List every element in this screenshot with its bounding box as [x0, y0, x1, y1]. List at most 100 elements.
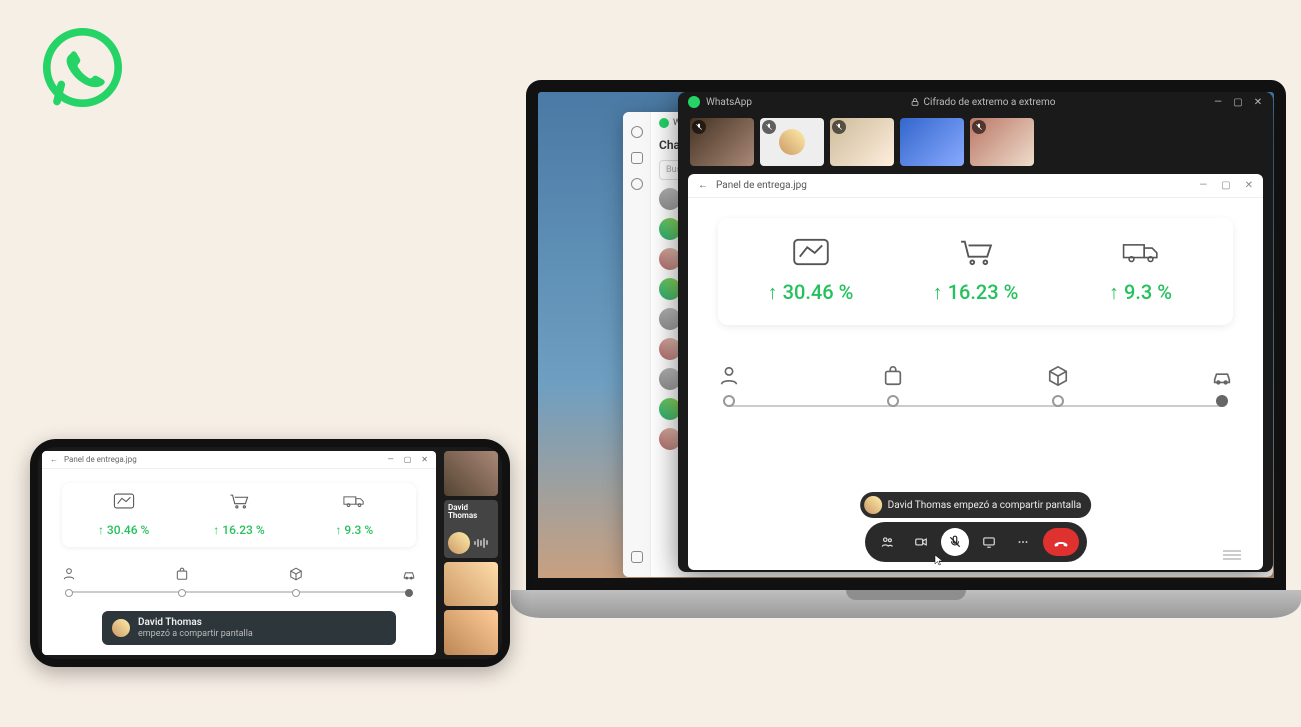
- shared-titlebar: ← Panel de entrega.jpg — ▢ ✕: [688, 174, 1263, 198]
- participant-tile[interactable]: [444, 610, 498, 655]
- chart-icon: [792, 238, 830, 266]
- step: [402, 567, 416, 597]
- maximize-button[interactable]: ▢: [404, 455, 412, 464]
- call-titlebar: WhatsApp Cifrado de extremo a extremo — …: [678, 92, 1273, 112]
- metric-value: ↑ 16.23 %: [933, 280, 1019, 305]
- settings-icon[interactable]: [631, 551, 643, 563]
- participant-name: David Thomas: [448, 504, 494, 522]
- participant-tile[interactable]: [690, 118, 754, 166]
- share-toast: David Thomas empezó a compartir pantalla: [860, 492, 1092, 518]
- status-icon[interactable]: [631, 178, 643, 190]
- progress-steps: [718, 365, 1233, 407]
- step: [882, 365, 904, 407]
- video-button[interactable]: [907, 528, 935, 556]
- participant-tile[interactable]: David Thomas: [444, 500, 498, 558]
- truck-icon: [343, 493, 365, 509]
- participants-button[interactable]: [873, 528, 901, 556]
- minimize-button[interactable]: —: [387, 455, 393, 464]
- laptop: Wha… Chat Busc… WhatsApp: [511, 80, 1301, 655]
- avatar: [112, 619, 130, 637]
- maximize-button[interactable]: ▢: [1233, 97, 1243, 107]
- metric-value: ↑ 9.3 %: [335, 523, 373, 537]
- share-toast: David Thomas empezó a compartir pantalla: [102, 611, 396, 645]
- truck-icon: [1122, 238, 1160, 266]
- person-icon: [718, 365, 740, 387]
- shared-title: Panel de entrega.jpg: [716, 180, 807, 191]
- e2e-label: Cifrado de extremo a extremo: [924, 97, 1056, 108]
- toast-text: David Thomas empezó a compartir pantalla: [888, 500, 1082, 511]
- metric-value: ↑ 30.46 %: [98, 523, 149, 537]
- step: [289, 567, 303, 597]
- phone-screen: ← Panel de entrega.jpg — ▢ ✕ ↑ 30.46 %: [38, 447, 502, 659]
- participants-strip: [678, 112, 1273, 172]
- shared-screen-panel: ← Panel de entrega.jpg — ▢ ✕ ↑ 30.46 %: [42, 451, 436, 655]
- step: [62, 567, 76, 597]
- screen-share-button[interactable]: [975, 528, 1003, 556]
- toast-name: David Thomas: [138, 617, 253, 628]
- mute-button[interactable]: [941, 528, 969, 556]
- muted-icon: [692, 120, 706, 134]
- shared-titlebar: ← Panel de entrega.jpg — ▢ ✕: [42, 451, 436, 469]
- bag-icon: [175, 567, 189, 581]
- cart-icon: [228, 493, 250, 509]
- whatsapp-logo: [40, 25, 125, 110]
- maximize-button[interactable]: ▢: [1221, 180, 1230, 191]
- package-icon: [289, 567, 303, 581]
- toast-subtext: empezó a compartir pantalla: [138, 629, 253, 639]
- step: [1047, 365, 1069, 407]
- shared-title: Panel de entrega.jpg: [64, 455, 137, 464]
- metrics-card: ↑ 30.46 % ↑ 16.23 % ↑ 9.3 %: [62, 483, 416, 547]
- participant-tile[interactable]: [760, 118, 824, 166]
- end-call-button[interactable]: [1043, 528, 1079, 556]
- metric: ↑ 16.23 %: [181, 493, 296, 537]
- metric: ↑ 30.46 %: [728, 238, 893, 305]
- car-icon: [402, 567, 416, 581]
- participants-strip: David Thomas: [440, 447, 502, 659]
- close-button[interactable]: ✕: [1253, 97, 1263, 107]
- call-toolbar: [865, 522, 1087, 562]
- back-button[interactable]: ←: [50, 455, 58, 464]
- metric: ↑ 9.3 %: [1058, 238, 1223, 305]
- step: [1211, 365, 1233, 407]
- audio-wave-icon: [474, 538, 488, 548]
- participant-tile[interactable]: [444, 451, 498, 496]
- metric: ↑ 16.23 %: [893, 238, 1058, 305]
- step: [175, 567, 189, 597]
- metric-value: ↑ 30.46 %: [768, 280, 854, 305]
- package-icon: [1047, 365, 1069, 387]
- whatsapp-icon: [688, 96, 700, 108]
- calls-icon[interactable]: [631, 152, 643, 164]
- laptop-screen: Wha… Chat Busc… WhatsApp: [526, 80, 1286, 590]
- muted-icon: [972, 120, 986, 134]
- avatar: [448, 532, 470, 554]
- metric: ↑ 9.3 %: [297, 493, 412, 537]
- close-button[interactable]: ✕: [421, 455, 428, 464]
- chats-icon[interactable]: [631, 126, 643, 138]
- participant-tile[interactable]: [444, 562, 498, 607]
- participant-tile[interactable]: [900, 118, 964, 166]
- avatar: [864, 496, 882, 514]
- close-button[interactable]: ✕: [1245, 180, 1253, 191]
- step: [718, 365, 740, 407]
- drag-handle-icon[interactable]: [1223, 550, 1241, 560]
- phone: ← Panel de entrega.jpg — ▢ ✕ ↑ 30.46 %: [30, 439, 510, 667]
- car-icon: [1211, 365, 1233, 387]
- metric-value: ↑ 16.23 %: [213, 523, 264, 537]
- call-window: WhatsApp Cifrado de extremo a extremo — …: [678, 92, 1273, 572]
- e2e-badge: Cifrado de extremo a extremo: [910, 97, 1056, 108]
- more-button[interactable]: [1009, 528, 1037, 556]
- minimize-button[interactable]: —: [1213, 97, 1223, 107]
- sidebar-nav: [623, 112, 651, 577]
- back-button[interactable]: ←: [698, 180, 708, 191]
- whatsapp-icon: [659, 118, 669, 128]
- participant-tile[interactable]: [970, 118, 1034, 166]
- muted-icon: [832, 120, 846, 134]
- muted-icon: [762, 120, 776, 134]
- cart-icon: [957, 238, 995, 266]
- chart-icon: [113, 493, 135, 509]
- metrics-card: ↑ 30.46 % ↑ 16.23 % ↑ 9.3 %: [718, 218, 1233, 325]
- progress-steps: [62, 567, 416, 597]
- participant-tile[interactable]: [830, 118, 894, 166]
- metric: ↑ 30.46 %: [66, 493, 181, 537]
- minimize-button[interactable]: —: [1199, 180, 1207, 191]
